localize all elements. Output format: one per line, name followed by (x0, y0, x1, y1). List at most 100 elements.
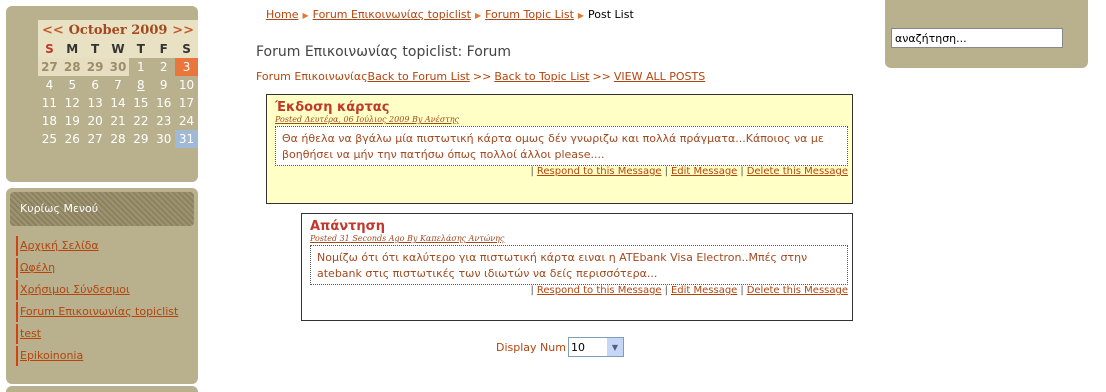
calendar-day: 10 (175, 76, 198, 94)
breadcrumb-home[interactable]: Home (266, 8, 298, 21)
back-to-forum-list-link[interactable]: Back to Forum List (368, 70, 470, 83)
forum-name: Forum Επικοινωνίας (256, 70, 368, 83)
edit-message-link[interactable]: Edit Message (671, 285, 737, 296)
nav-separator: >> (592, 70, 611, 83)
menu-link-useful-links[interactable]: Χρήσιμοι Σύνδεσμοι (20, 283, 130, 296)
calendar-panel: << October 2009 >> S M T W T F S 27 28 2… (6, 6, 198, 182)
calendar-day: 29 (83, 58, 107, 76)
calendar-day: 15 (129, 94, 153, 112)
calendar-day: 7 (106, 76, 130, 94)
breadcrumb-topic-list[interactable]: Forum Topic List (485, 8, 574, 21)
display-num-control: Display Num 10 ▼ (496, 337, 624, 357)
calendar-day: 13 (83, 94, 107, 112)
calendar-day: 1 (129, 58, 153, 76)
action-divider: | (740, 166, 744, 177)
menu-link-test[interactable]: test (20, 327, 41, 340)
back-to-topic-list-link[interactable]: Back to Topic List (494, 70, 589, 83)
main-menu-list: Αρχική Σελίδα Ωφέλη Χρήσιμοι Σύνδεσμοι F… (6, 236, 198, 366)
calendar-day: 2 (152, 58, 176, 76)
breadcrumb: Home ▶ Forum Επικοινωνίας topiclist ▶ Forum … (266, 8, 634, 21)
calendar-day: 21 (106, 112, 130, 130)
calendar-month-title: October 2009 (68, 22, 168, 38)
next-panel-edge (6, 386, 198, 392)
view-all-posts-link[interactable]: VIEW ALL POSTS (614, 70, 705, 83)
nav-separator: >> (472, 70, 492, 83)
calendar-day: 4 (38, 76, 61, 94)
calendar-day: 14 (106, 94, 130, 112)
page-title: Forum Επικοινωνίας topiclist: Forum (256, 44, 512, 60)
menu-item: Forum Επικοινωνίας topiclist (16, 302, 198, 322)
breadcrumb-current: Post List (588, 8, 634, 21)
edit-message-link[interactable]: Edit Message (671, 166, 737, 177)
menu-link-epikoinonia[interactable]: Epikoinonia (20, 349, 83, 362)
calendar-prev-button[interactable]: << (42, 23, 64, 38)
calendar-day: 27 (83, 130, 107, 148)
calendar-dow: W (106, 40, 130, 58)
post-title: Απάντηση (310, 219, 386, 234)
calendar-day: 9 (152, 76, 176, 94)
post-body: Θα ήθελα να βγάλω μία πιστωτική κάρτα ομ… (275, 126, 848, 166)
calendar-day: 20 (83, 112, 107, 130)
calendar-day: 3 (175, 58, 198, 76)
breadcrumb-arrow-icon: ▶ (577, 11, 585, 20)
menu-item: Ωφέλη (16, 258, 198, 278)
calendar-day-today: 31 (175, 130, 198, 148)
delete-message-link[interactable]: Delete this Message (747, 285, 848, 296)
respond-link[interactable]: Respond to this Message (537, 166, 662, 177)
calendar-day: 26 (60, 130, 84, 148)
search-input[interactable] (891, 28, 1063, 48)
calendar-day: 30 (106, 58, 130, 76)
calendar-dow: S (175, 40, 198, 58)
calendar-day: 11 (38, 94, 61, 112)
calendar-day: 16 (152, 94, 176, 112)
calendar-day: 24 (175, 112, 198, 130)
calendar-dow: F (152, 40, 176, 58)
calendar-day: 6 (83, 76, 107, 94)
display-num-label: Display Num (496, 340, 566, 354)
calendar-day: 23 (152, 112, 176, 130)
chevron-down-icon[interactable]: ▼ (606, 338, 623, 356)
display-num-select[interactable]: 10 ▼ (567, 337, 624, 357)
menu-link-benefits[interactable]: Ωφέλη (20, 261, 55, 274)
calendar-day-link[interactable]: 8 (129, 76, 153, 94)
post-body: Νομίζω ότι ότι καλύτερο για πιστωτική κά… (310, 245, 848, 285)
calendar-day: 22 (129, 112, 153, 130)
post-meta: Posted Δευτέρα, 06 Ιούλιος 2009 By Ανέστ… (275, 115, 459, 124)
breadcrumb-arrow-icon: ▶ (474, 11, 482, 20)
respond-link[interactable]: Respond to this Message (537, 285, 662, 296)
calendar-day: 12 (60, 94, 84, 112)
calendar-day: 5 (60, 76, 84, 94)
post-actions: | Respond to this Message | Edit Message | De… (302, 285, 852, 296)
forum-nav-links: Forum ΕπικοινωνίαςBack to Forum List >> Ba… (256, 70, 705, 83)
delete-message-link[interactable]: Delete this Message (747, 166, 848, 177)
search-panel (885, 0, 1088, 68)
display-num-value: 10 (570, 340, 585, 354)
calendar-day: 25 (38, 130, 61, 148)
calendar-dow: T (129, 40, 153, 58)
calendar-day: 17 (175, 94, 198, 112)
menu-link-home[interactable]: Αρχική Σελίδα (20, 239, 99, 252)
main-menu-title: Κυρίως Μενού (10, 192, 194, 226)
post-title: Έκδοση κάρτας (275, 100, 390, 115)
calendar-dow: S (38, 40, 61, 58)
calendar-dow: M (60, 40, 84, 58)
calendar-next-button[interactable]: >> (172, 23, 194, 38)
menu-item: Αρχική Σελίδα (16, 236, 198, 256)
calendar-day: 28 (60, 58, 84, 76)
action-divider: | (740, 285, 744, 296)
calendar-header: << October 2009 >> (38, 20, 198, 40)
menu-item: Epikoinonia (16, 346, 198, 366)
forum-reply: Απάντηση Posted 31 Seconds Ago By Καπελά… (301, 213, 853, 321)
post-actions: | Respond to this Message | Edit Message | De… (267, 166, 852, 177)
forum-post: Έκδοση κάρτας Posted Δευτέρα, 06 Ιούλιος… (266, 94, 853, 204)
action-divider: | (664, 166, 668, 177)
menu-item: Χρήσιμοι Σύνδεσμοι (16, 280, 198, 300)
calendar-grid: S M T W T F S 27 28 29 30 1 2 3 4 5 6 7 … (38, 40, 198, 148)
main-menu-panel: Κυρίως Μενού Αρχική Σελίδα Ωφέλη Χρήσιμο… (6, 188, 198, 384)
calendar-day: 28 (106, 130, 130, 148)
calendar-dow: T (83, 40, 107, 58)
menu-link-forum-topiclist[interactable]: Forum Επικοινωνίας topiclist (20, 305, 178, 318)
breadcrumb-topiclist[interactable]: Forum Επικοινωνίας topiclist (313, 8, 471, 21)
post-meta: Posted 31 Seconds Ago By Καπελάσης Αντών… (310, 234, 505, 243)
action-divider: | (530, 166, 534, 177)
